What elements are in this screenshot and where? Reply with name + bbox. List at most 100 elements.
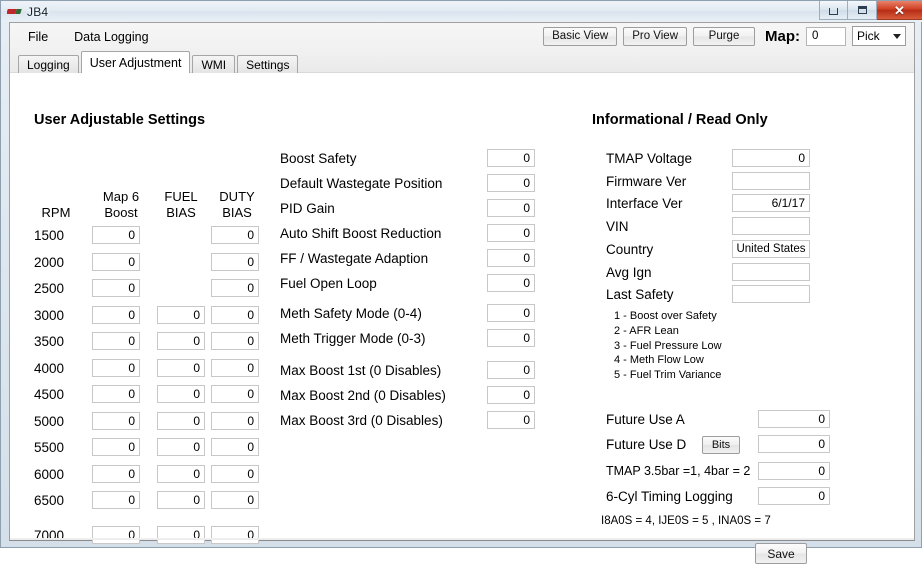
application-window: JB4 ✕ File Data Logging Basic View Pro V… [0, 0, 922, 564]
boost-input[interactable]: 0 [92, 525, 140, 544]
boost-input[interactable]: 0 [92, 464, 140, 483]
duty-bias-input[interactable]: 0 [211, 525, 259, 544]
boost-input[interactable]: 0 [92, 358, 140, 377]
boost-input[interactable]: 0 [92, 491, 140, 509]
boost-input[interactable]: 0 [92, 385, 140, 403]
fuel-bias-input[interactable]: 0 [157, 332, 205, 350]
fuel-bias-input[interactable]: 0 [157, 438, 205, 456]
adjustment-input[interactable]: 0 [487, 411, 535, 429]
duty-bias-input[interactable]: 0 [211, 226, 259, 244]
boost-input[interactable]: 0 [92, 226, 140, 244]
menu-item-data-logging[interactable]: Data Logging [70, 28, 152, 46]
fuel-bias-input[interactable]: 0 [157, 305, 205, 324]
chevron-down-icon [893, 34, 901, 39]
adjustment-input[interactable]: 0 [487, 224, 535, 242]
duty-bias-input[interactable]: 0 [211, 438, 259, 456]
duty-bias-input[interactable]: 0 [211, 279, 259, 297]
map-pick-select[interactable]: Pick [852, 26, 906, 46]
duty-bias-input[interactable]: 0 [211, 491, 259, 509]
window-controls: ✕ [819, 1, 922, 21]
future-use-label: Future Use A [606, 412, 685, 427]
future-use-value: 0 [758, 434, 830, 453]
left-section-heading: User Adjustable Settings [34, 112, 206, 128]
minimize-icon [829, 8, 838, 15]
fuel-bias-input[interactable]: 0 [157, 358, 205, 377]
close-button[interactable]: ✕ [877, 1, 922, 20]
maximize-button[interactable] [848, 1, 877, 20]
boost-input[interactable]: 0 [92, 411, 140, 430]
boost-input[interactable]: 0 [92, 305, 140, 324]
basic-view-button[interactable]: Basic View [543, 26, 618, 46]
duty-bias-input[interactable]: 0 [211, 332, 259, 350]
column-header-boost-l2: Boost [104, 205, 138, 220]
rpm-row-label: 4000 [34, 360, 65, 376]
adjustment-label: Auto Shift Boost Reduction [280, 226, 442, 241]
safety-code-item: 3 - Fuel Pressure Low [614, 339, 722, 352]
duty-bias-input[interactable]: 0 [211, 358, 259, 377]
boost-input[interactable]: 0 [92, 438, 140, 456]
map-pick-value: Pick [857, 29, 880, 43]
adjustment-label: Max Boost 2nd (0 Disables) [280, 388, 446, 403]
adjustment-input[interactable]: 0 [487, 329, 535, 347]
adjustment-input[interactable]: 0 [487, 174, 535, 192]
adjustment-input[interactable]: 0 [487, 274, 535, 292]
adjustment-label: PID Gain [280, 201, 335, 216]
rpm-row-label: 2500 [34, 281, 65, 296]
future-use-value: 0 [758, 410, 830, 428]
window-title: JB4 [27, 4, 49, 19]
future-use-label: Future Use D [606, 436, 687, 452]
adjustment-input[interactable]: 0 [487, 249, 535, 267]
fuel-bias-input[interactable]: 0 [157, 525, 205, 544]
duty-bias-input[interactable]: 0 [211, 252, 259, 271]
column-header-duty-l2: BIAS [222, 205, 252, 220]
boost-input[interactable]: 0 [92, 252, 140, 271]
duty-bias-input[interactable]: 0 [211, 385, 259, 403]
boost-input[interactable]: 0 [92, 279, 140, 297]
duty-bias-input[interactable]: 0 [211, 411, 259, 430]
tab-settings[interactable]: Settings [237, 55, 299, 73]
adjustment-input[interactable]: 0 [487, 361, 535, 379]
adjustment-input[interactable]: 0 [487, 304, 535, 322]
future-use-value: 0 [758, 462, 830, 480]
adjustment-input[interactable]: 0 [487, 149, 535, 167]
purge-button[interactable]: Purge [693, 26, 755, 46]
safety-code-item: 2 - AFR Lean [614, 324, 679, 337]
pro-view-button[interactable]: Pro View [623, 26, 687, 46]
bits-button[interactable]: Bits [702, 435, 740, 454]
menu-item-file[interactable]: File [24, 28, 52, 46]
fuel-bias-input[interactable]: 0 [157, 491, 205, 509]
future-use-label: TMAP 3.5bar =1, 4bar = 2 [606, 464, 751, 478]
boost-input[interactable]: 0 [92, 332, 140, 350]
info-label: Last Safety [606, 287, 674, 303]
footer-note: I8A0S = 4, IJE0S = 5 , INA0S = 7 [601, 515, 771, 527]
minimize-button[interactable] [819, 1, 848, 20]
info-label: TMAP Voltage [606, 151, 693, 166]
info-label: Firmware Ver [606, 173, 687, 189]
duty-bias-input[interactable]: 0 [211, 464, 259, 483]
window-frame: JB4 ✕ File Data Logging Basic View Pro V… [0, 0, 922, 564]
right-section-heading: Informational / Read Only [592, 112, 768, 128]
fuel-bias-input[interactable]: 0 [157, 411, 205, 430]
fuel-bias-input[interactable]: 0 [157, 385, 205, 403]
tab-user-adjustment[interactable]: User Adjustment [80, 51, 191, 73]
adjustment-label: Default Wastegate Position [280, 176, 443, 191]
tab-strip: Logging User Adjustment WMI Settings [18, 51, 300, 73]
map-label: Map: [765, 27, 800, 45]
tab-wmi[interactable]: WMI [192, 55, 236, 73]
toolbar: Basic View Pro View Purge Map: 0 Pick [543, 26, 906, 46]
rpm-row-label: 3500 [34, 334, 65, 349]
info-value: 6/1/17 [732, 194, 810, 213]
user-adjustment-panel: User Adjustable Settings RPM Map 6 Boost… [10, 74, 914, 564]
app-logo-icon [7, 6, 22, 18]
rpm-row-label: 7000 [34, 527, 65, 543]
adjustment-input[interactable]: 0 [487, 386, 535, 404]
tab-logging[interactable]: Logging [18, 55, 79, 73]
rpm-row-label: 5000 [34, 413, 65, 429]
map-input[interactable]: 0 [806, 26, 846, 46]
duty-bias-input[interactable]: 0 [211, 305, 259, 324]
fuel-bias-input[interactable]: 0 [157, 464, 205, 483]
column-header-rpm: RPM [41, 205, 71, 220]
adjustment-input[interactable]: 0 [487, 199, 535, 217]
save-button[interactable]: Save [755, 543, 807, 564]
column-header-fuel-l1: FUEL [164, 189, 198, 204]
